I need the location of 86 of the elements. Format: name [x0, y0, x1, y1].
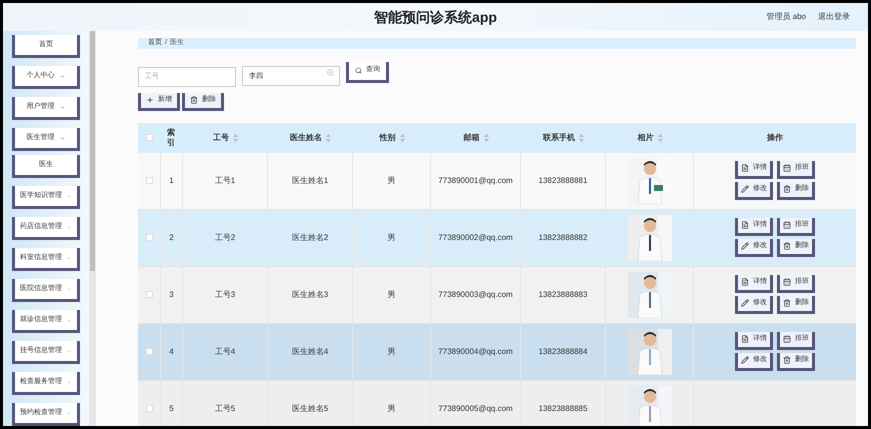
trash-icon	[783, 299, 791, 307]
chevron-icon	[66, 316, 72, 324]
pencil-icon	[741, 356, 749, 364]
table-cell: 13823888885	[538, 402, 588, 414]
column-header: 索引	[167, 128, 176, 148]
pencil-icon	[741, 185, 749, 193]
chevron-icon	[66, 410, 72, 416]
table-cell: 13823888882	[538, 232, 588, 244]
table-cell: 男	[388, 402, 396, 414]
table-cell: 773890003@qq.com	[438, 288, 513, 300]
table-cell: 医生姓名1	[292, 174, 328, 186]
trash-icon	[783, 242, 791, 250]
table-cell: 773890004@qq.com	[438, 346, 513, 358]
table-cell: 4	[169, 346, 174, 358]
table-cell: 3	[169, 288, 174, 300]
chevron-icon	[66, 224, 72, 230]
calendar-icon	[783, 335, 791, 343]
table-cell: 工号1	[214, 174, 236, 186]
sort-icon[interactable]	[400, 134, 404, 142]
table-cell: 773890005@qq.com	[438, 402, 513, 414]
table-cell: 医生姓名5	[292, 402, 328, 414]
row-checkbox[interactable]	[146, 348, 152, 355]
table-cell: 医生姓名2	[292, 232, 328, 244]
chevron-icon	[66, 378, 72, 386]
column-header: 邮箱	[464, 132, 480, 144]
trash-icon	[190, 96, 198, 104]
table-cell: 医生姓名3	[292, 288, 328, 300]
chevron-icon	[66, 192, 72, 200]
document-icon	[741, 335, 749, 343]
sort-icon[interactable]	[658, 134, 662, 142]
table-row[interactable]: 5 工号5 医生姓名5 男 773890005@qq.com 13823888885	[138, 380, 856, 426]
chevron-icon	[58, 134, 66, 142]
sort-icon[interactable]	[233, 134, 238, 142]
chevron-icon	[58, 104, 66, 110]
table-cell: 773890001@qq.com	[438, 174, 513, 186]
plus-icon	[146, 96, 154, 104]
pencil-icon	[741, 242, 749, 250]
row-checkbox[interactable]	[146, 234, 152, 241]
table-cell: 男	[388, 288, 396, 300]
column-header: 相片	[638, 132, 654, 144]
document-icon	[741, 221, 749, 229]
column-header: 操作	[767, 132, 783, 144]
table-cell: 13823888883	[538, 288, 588, 300]
chevron-icon	[58, 72, 66, 80]
calendar-icon	[783, 278, 791, 286]
logout-link[interactable]: 退出登录	[818, 11, 850, 23]
search-icon	[355, 67, 362, 74]
column-header: 性别	[380, 132, 396, 144]
sort-icon[interactable]	[484, 134, 488, 142]
calendar-icon	[783, 164, 791, 172]
column-header: 联系手机	[543, 132, 575, 144]
sort-icon[interactable]	[579, 134, 584, 142]
chevron-icon	[66, 348, 72, 354]
chevron-icon	[66, 286, 72, 292]
pencil-icon	[741, 299, 749, 307]
table-cell: 男	[388, 346, 396, 358]
table-cell: 男	[388, 174, 396, 186]
document-icon	[741, 278, 749, 286]
table-cell: 13823888881	[538, 174, 588, 186]
table-cell: 工号4	[214, 346, 236, 358]
column-header: 工号	[213, 132, 229, 144]
row-checkbox[interactable]	[146, 177, 152, 184]
table-cell: 5	[169, 402, 174, 414]
sidebar-scrollbar[interactable]	[89, 31, 96, 426]
column-header: 医生姓名	[290, 132, 322, 144]
trash-icon	[783, 356, 791, 364]
app-title: 智能预问诊系统app	[374, 8, 497, 27]
table-cell: 1	[169, 174, 174, 186]
table-cell: 773890002@qq.com	[438, 232, 513, 244]
table-cell: 13823888884	[538, 346, 588, 358]
table-cell: 工号3	[214, 288, 236, 300]
table-cell: 男	[388, 232, 396, 244]
sort-icon[interactable]	[326, 134, 331, 142]
clear-icon[interactable]	[327, 69, 334, 76]
row-checkbox[interactable]	[146, 291, 152, 298]
row-checkbox[interactable]	[146, 405, 152, 412]
calendar-icon	[783, 221, 791, 229]
table-cell: 工号2	[214, 232, 236, 244]
user-name: 管理员 abo	[766, 11, 806, 23]
table-cell: 医生姓名4	[292, 346, 328, 358]
table-cell: 2	[169, 232, 174, 244]
select-all-checkbox[interactable]	[146, 134, 153, 141]
trash-icon	[783, 185, 791, 193]
document-icon	[741, 164, 749, 172]
chevron-icon	[66, 254, 72, 262]
table-cell: 工号5	[214, 402, 236, 414]
